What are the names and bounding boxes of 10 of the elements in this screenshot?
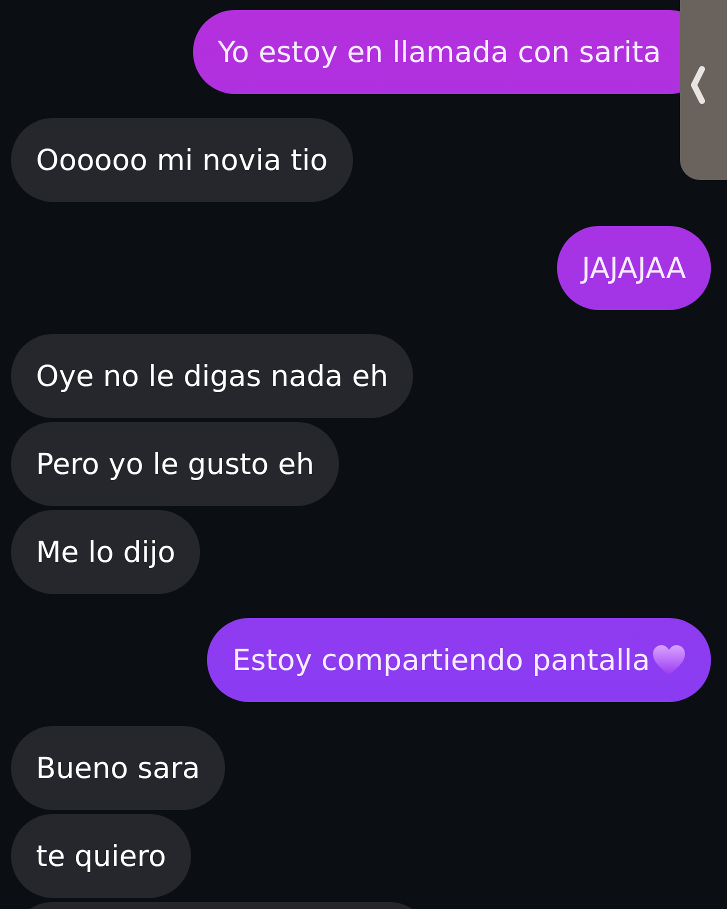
- message-bubble: Oooooo mi novia tio: [11, 118, 353, 202]
- message-bubble: Bueno sara: [11, 726, 226, 810]
- message-bubble: Me lo dijo: [11, 510, 200, 594]
- message-bubble: Pero yo le gusto eh: [11, 422, 340, 506]
- message-bubble: Oye no le digas nada eh: [11, 334, 414, 418]
- message-bubble: Estoy compartiendo pantalla: [207, 618, 711, 702]
- chevron-left-icon: [690, 65, 706, 105]
- message-bubble: te quiero: [11, 814, 192, 898]
- side-panel-handle[interactable]: [680, 0, 727, 180]
- message-bubble: JAJAJAA: [556, 226, 711, 310]
